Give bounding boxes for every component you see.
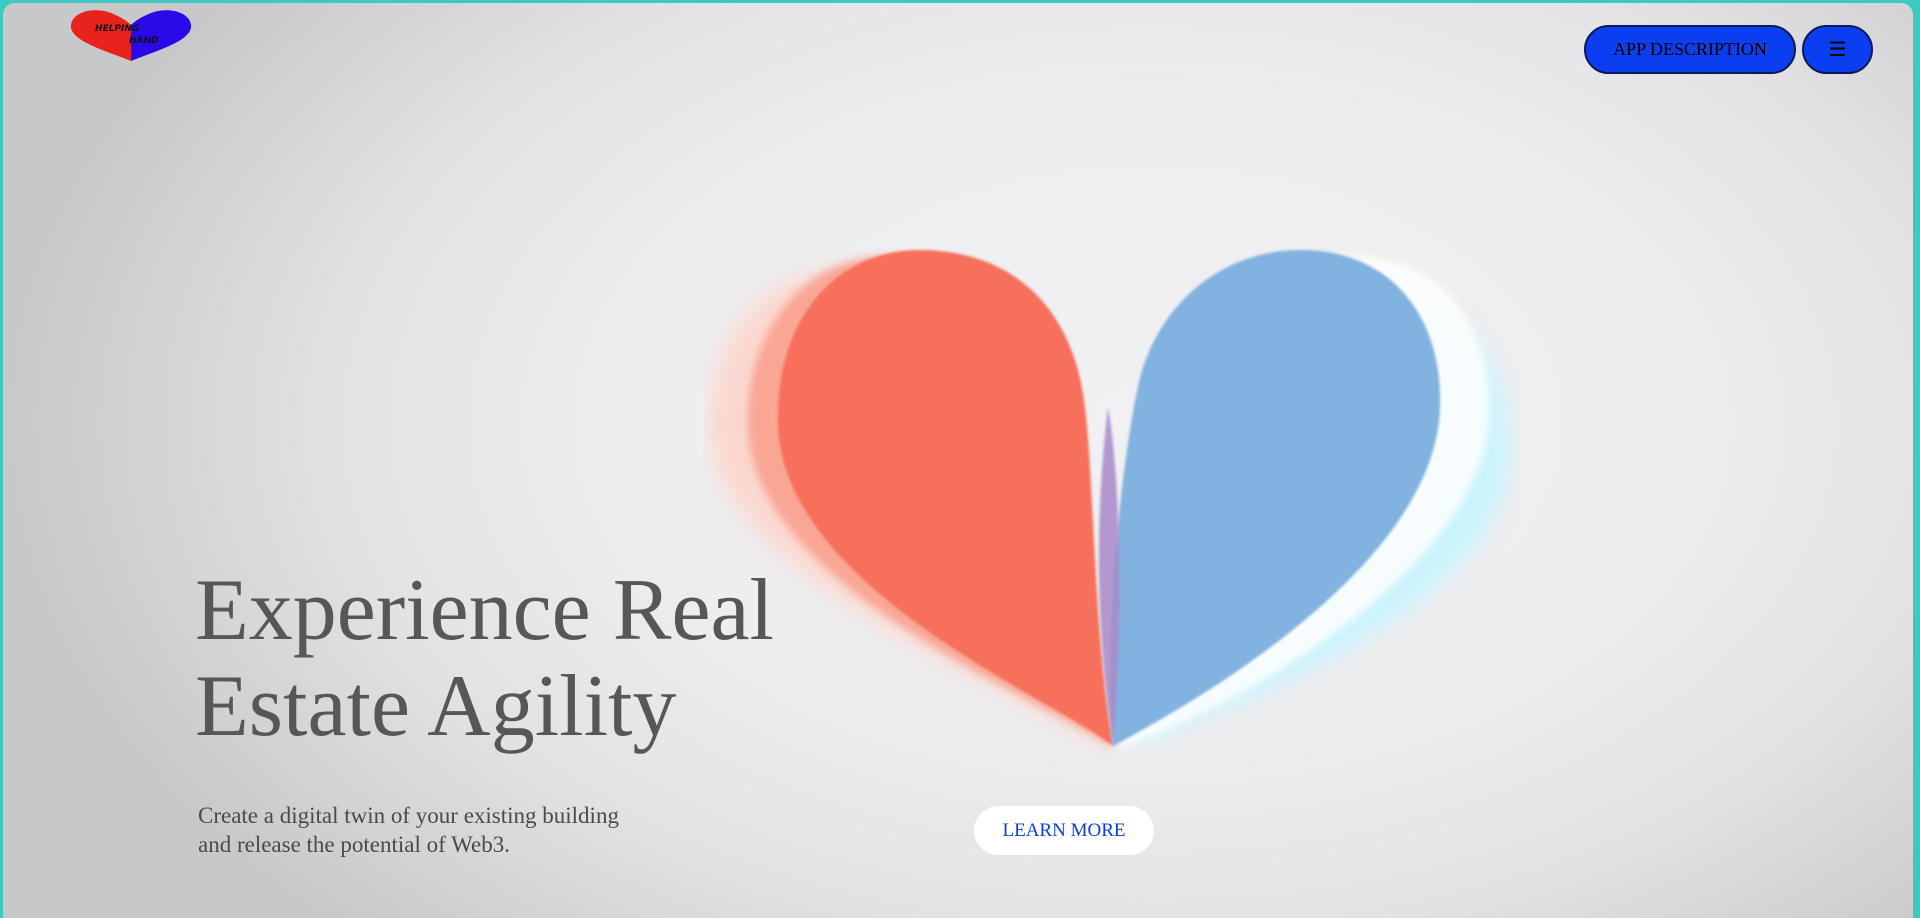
- hamburger-menu-icon[interactable]: ☰: [1802, 25, 1873, 74]
- app-description-button[interactable]: APP DESCRIPTION: [1584, 25, 1796, 74]
- logo-text-line1: HELPING: [95, 24, 139, 34]
- hero-subtitle-line1: Create a digital twin of your existing b…: [198, 803, 619, 828]
- hero-subtitle: Create a digital twin of your existing b…: [198, 801, 698, 859]
- page-frame: HELPING HAND APP DESCRIPTION ☰ Experienc…: [3, 3, 1913, 918]
- hero-title-line2: Estate Agility: [195, 658, 677, 755]
- header-actions: APP DESCRIPTION ☰: [1584, 25, 1873, 74]
- hero-title: Experience Real Estate Agility: [195, 563, 895, 755]
- learn-more-button[interactable]: LEARN MORE: [974, 806, 1154, 855]
- hero-title-line1: Experience Real: [195, 562, 775, 659]
- logo-text-line2: HAND: [129, 36, 159, 46]
- hero-subtitle-line2: and release the potential of Web3.: [198, 832, 510, 857]
- heart-logo-icon[interactable]: HELPING HAND: [67, 7, 195, 63]
